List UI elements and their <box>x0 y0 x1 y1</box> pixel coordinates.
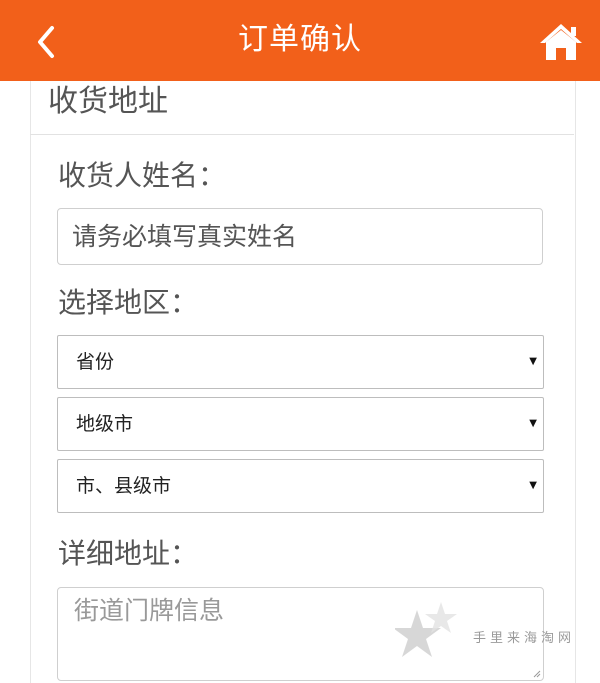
province-select-value: 省份 <box>76 351 115 373</box>
home-icon <box>540 24 582 60</box>
page-title: 订单确认 <box>238 22 362 57</box>
county-select-value: 市、县级市 <box>76 475 172 497</box>
recipient-name-input[interactable]: 请务必填写真实姓名 <box>57 208 543 265</box>
app-header: 订单确认 <box>0 0 600 81</box>
county-select[interactable]: 市、县级市 ▼ <box>57 459 544 513</box>
detail-address-placeholder: 街道门牌信息 <box>74 596 225 625</box>
recipient-name-label: 收货人姓名： <box>58 159 227 192</box>
star-icon <box>395 602 457 657</box>
dropdown-arrow-icon: ▼ <box>529 356 537 367</box>
dropdown-arrow-icon: ▼ <box>529 418 537 429</box>
resize-handle-icon[interactable] <box>533 670 541 678</box>
watermark: 手里来海淘网 <box>395 600 595 670</box>
section-title: 收货地址 <box>48 84 168 119</box>
home-button[interactable] <box>538 22 584 62</box>
watermark-text: 手里来海淘网 <box>473 631 576 646</box>
detail-address-label: 详细地址： <box>58 537 199 570</box>
section-divider <box>30 134 574 135</box>
province-select[interactable]: 省份 ▼ <box>57 335 544 389</box>
dropdown-arrow-icon: ▼ <box>529 480 537 491</box>
prefecture-select[interactable]: 地级市 ▼ <box>57 397 544 451</box>
region-label: 选择地区： <box>58 286 199 319</box>
prefecture-select-value: 地级市 <box>76 413 134 435</box>
